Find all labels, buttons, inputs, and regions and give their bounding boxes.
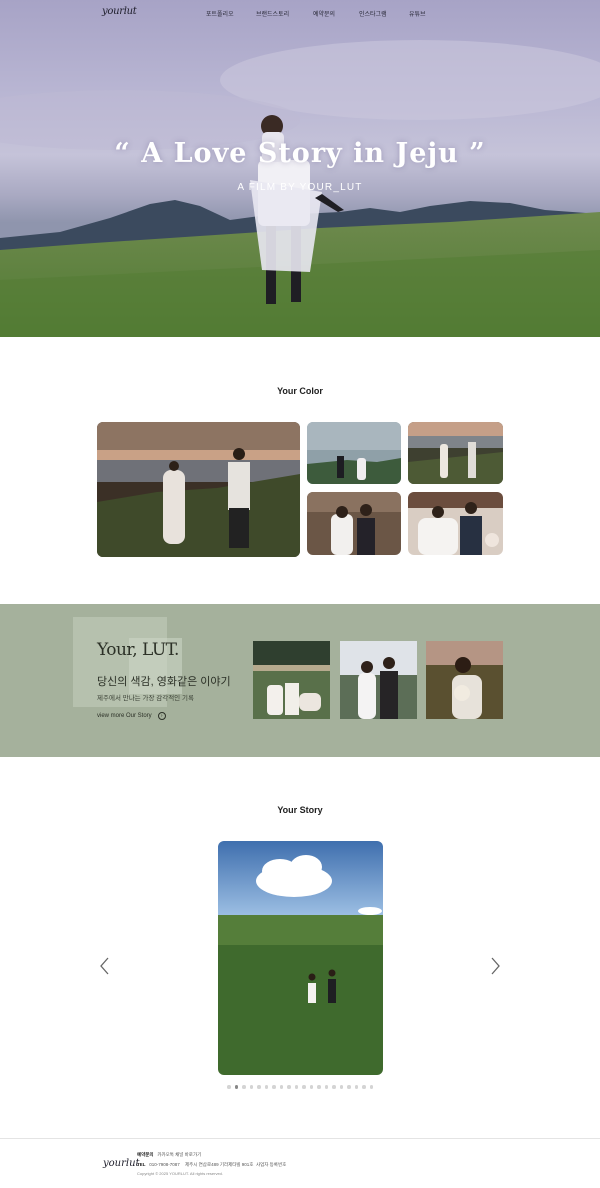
view-more-link[interactable]: view more Our Story ›: [97, 712, 166, 720]
slider-dot[interactable]: [227, 1085, 231, 1089]
slider-dot[interactable]: [317, 1085, 321, 1089]
nav-item-instagram[interactable]: 인스타그램: [359, 9, 387, 18]
story-section-title: Your Story: [277, 805, 323, 815]
slider-dot[interactable]: [332, 1085, 336, 1089]
address-text: 제주시 연삼로489 기라제타빌 901호: [185, 1162, 254, 1167]
slider-prev-button[interactable]: [98, 956, 112, 976]
tel-label: TEL: [137, 1162, 146, 1167]
view-more-label: view more Our Story: [97, 713, 152, 719]
lut-photo-1[interactable]: [253, 641, 330, 719]
arrow-right-circle-icon: ›: [157, 712, 166, 720]
slider-dot[interactable]: [294, 1085, 298, 1089]
lut-heading: Your, LUT.: [97, 640, 179, 660]
slider-dot[interactable]: [339, 1085, 343, 1089]
gallery-photo-large[interactable]: [97, 422, 300, 557]
top-navigation: yourlut 포트폴리오 브랜드스토리 예약문의 인스타그램 유튜브: [0, 0, 600, 28]
nav-item-youtube[interactable]: 유튜브: [409, 9, 426, 18]
hero-title: “ A Love Story in Jeju ”: [114, 138, 486, 169]
gallery-photo-4[interactable]: [307, 492, 401, 555]
slider-dot[interactable]: [234, 1085, 238, 1089]
copyright-text: Copyright © 2025 YOURLUT. All rights res…: [137, 1171, 224, 1176]
hero-banner: yourlut 포트폴리오 브랜드스토리 예약문의 인스타그램 유튜브 “ A …: [0, 0, 600, 337]
gallery-photo-3[interactable]: [408, 422, 503, 484]
slider-pagination: [0, 1085, 600, 1089]
slider-dot[interactable]: [279, 1085, 283, 1089]
contact-label: 예약문의: [137, 1152, 154, 1157]
slider-next-button[interactable]: [488, 956, 502, 976]
footer-logo[interactable]: yourlut: [103, 1158, 140, 1169]
chevron-left-icon: [100, 957, 109, 975]
gallery-photo-2[interactable]: [307, 422, 401, 484]
lut-photo-3[interactable]: [426, 641, 503, 719]
slider-dot[interactable]: [302, 1085, 306, 1089]
chevron-right-icon: [491, 957, 500, 975]
nav-item-portfolio[interactable]: 포트폴리오: [206, 9, 234, 18]
slider-dot[interactable]: [324, 1085, 328, 1089]
slider-dot[interactable]: [347, 1085, 351, 1089]
slider-dot[interactable]: [249, 1085, 253, 1089]
slider-dot[interactable]: [264, 1085, 268, 1089]
slider-dot[interactable]: [287, 1085, 291, 1089]
logo[interactable]: yourlut: [102, 6, 137, 17]
gallery-photo-5[interactable]: [408, 492, 503, 555]
slider-dot[interactable]: [362, 1085, 366, 1089]
nav-item-brand-story[interactable]: 브랜드스토리: [256, 9, 289, 18]
tel-value[interactable]: 010-7908-7087: [149, 1162, 180, 1167]
slider-dot[interactable]: [369, 1085, 373, 1089]
lut-tagline: 당신의 색감, 영화같은 이야기: [97, 676, 231, 688]
slider-dot[interactable]: [354, 1085, 358, 1089]
story-slide-photo[interactable]: [218, 841, 383, 1075]
hero-subtitle: A FILM BY YOUR_LUT: [237, 182, 363, 193]
nav-item-reservation[interactable]: 예약문의: [313, 9, 335, 18]
footer: yourlut 예약문의 카카오톡 채널 바로가기 TEL 010-7908-7…: [0, 1138, 600, 1188]
lut-photo-2[interactable]: [340, 641, 417, 719]
color-section-title: Your Color: [277, 386, 323, 396]
slider-dot[interactable]: [309, 1085, 313, 1089]
lut-description: 제주에서 만나는 가장 감각적인 기록: [97, 695, 194, 702]
business-info-text: 사업자 등록번호: [256, 1162, 287, 1167]
slider-dot[interactable]: [257, 1085, 261, 1089]
slider-dot[interactable]: [242, 1085, 246, 1089]
kakao-channel-link[interactable]: 카카오톡 채널 바로가기: [157, 1152, 201, 1157]
slider-dot[interactable]: [272, 1085, 276, 1089]
